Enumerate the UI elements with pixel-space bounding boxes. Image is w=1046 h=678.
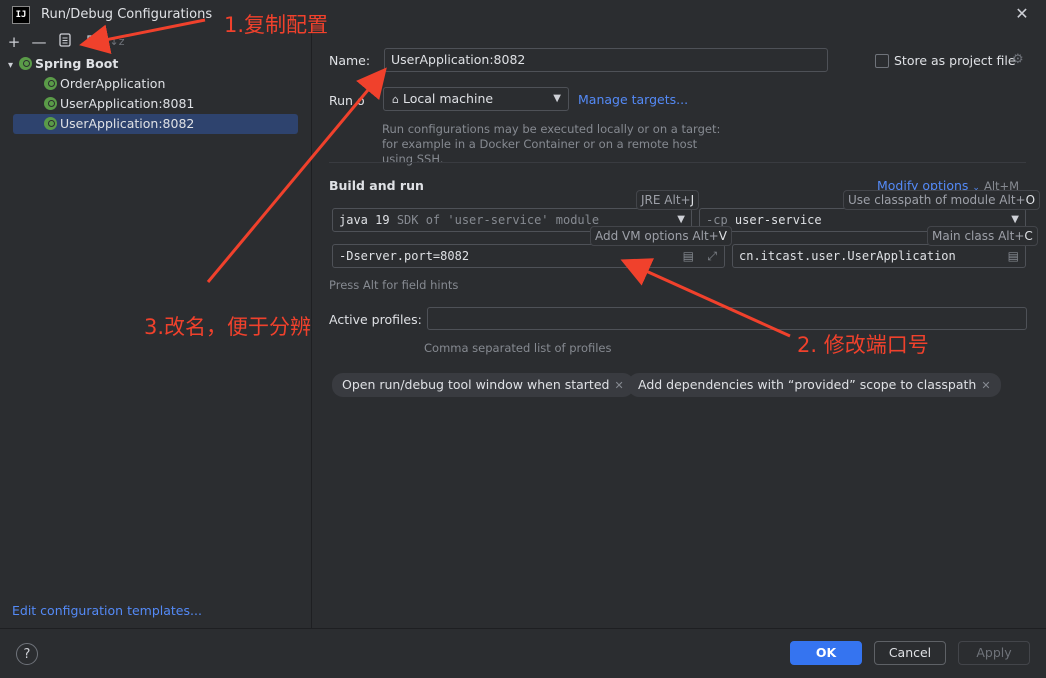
annotation-arrow-rename: [206, 67, 387, 283]
annotation-copy-config: 1.复制配置: [224, 13, 329, 37]
annotation-arrow-port: [620, 258, 791, 338]
annotation-rename: 3.改名，便于分辨: [144, 315, 312, 339]
annotation-arrow-copy: [79, 18, 206, 55]
annotation-change-port: 2. 修改端口号: [797, 333, 929, 357]
